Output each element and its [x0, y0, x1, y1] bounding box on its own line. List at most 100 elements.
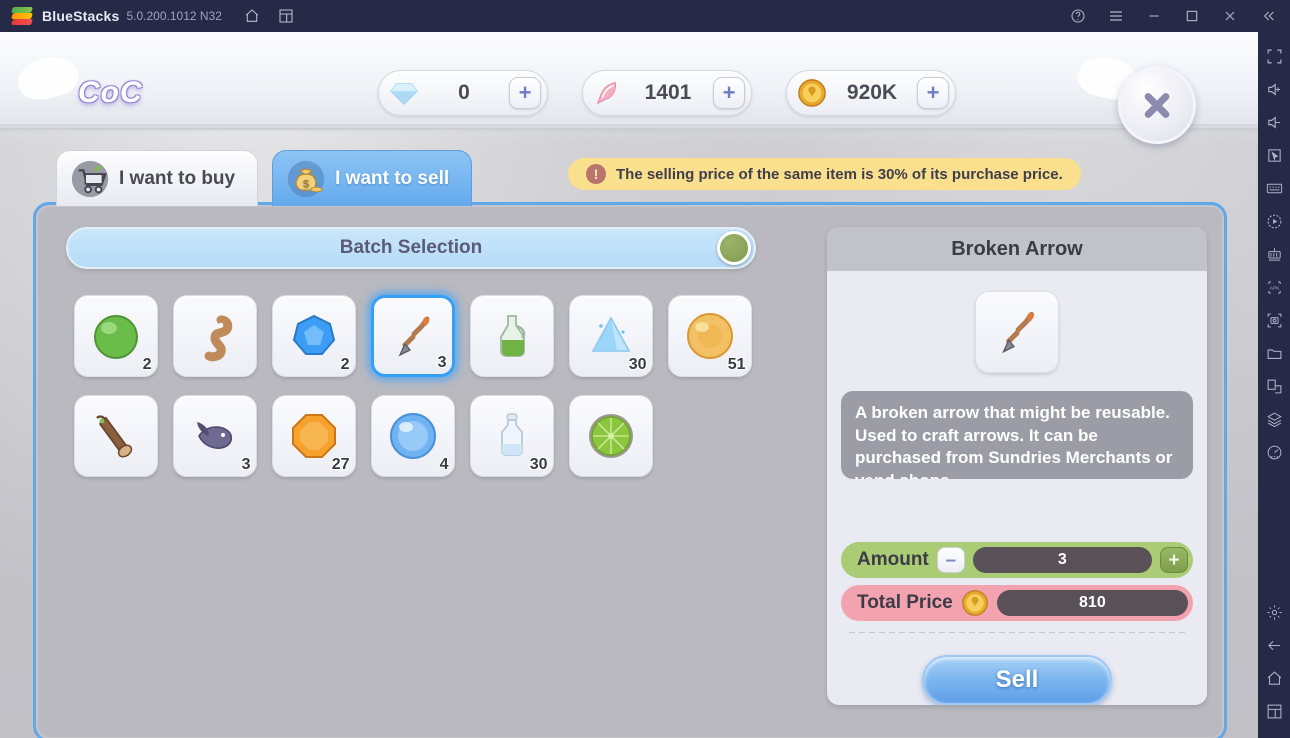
- currency-gold[interactable]: 920K +: [786, 70, 956, 116]
- inventory-cell: 30: [561, 286, 660, 386]
- item-qty: 2: [340, 356, 350, 373]
- inventory-cell: 3: [165, 386, 264, 486]
- tab-sell[interactable]: $ I want to sell: [272, 150, 473, 206]
- inventory-grid: 2 2 3 30 51 3 27 4 30: [66, 286, 824, 486]
- batch-toggle-knob[interactable]: [717, 231, 751, 265]
- item-brown-worm[interactable]: [172, 295, 257, 377]
- amount-label: Amount: [857, 549, 929, 570]
- settings-icon[interactable]: [1258, 596, 1290, 629]
- app-version: 5.0.200.1012 N32: [126, 9, 222, 23]
- home-icon[interactable]: [1258, 662, 1290, 695]
- bluestacks-logo: [11, 7, 33, 25]
- collapse-icon[interactable]: [1260, 8, 1276, 24]
- bluestacks-sidebar: APK: [1258, 32, 1290, 738]
- item-detail-panel: Broken Arrow A broken arrow that might b…: [827, 227, 1207, 705]
- close-shop-button[interactable]: [1118, 66, 1196, 144]
- item-detail-title: Broken Arrow: [827, 227, 1207, 271]
- keyboard-icon[interactable]: [1258, 172, 1290, 205]
- screenshot-icon[interactable]: [1258, 304, 1290, 337]
- volume-down-icon[interactable]: [1258, 106, 1290, 139]
- sell-button[interactable]: Sell: [922, 655, 1112, 705]
- cursor-icon[interactable]: [1258, 139, 1290, 172]
- gold-value: 920K: [846, 81, 898, 104]
- item-green-sphere[interactable]: 2: [73, 295, 158, 377]
- brown-worm-icon: [204, 315, 232, 362]
- volume-up-icon[interactable]: [1258, 73, 1290, 106]
- back-icon[interactable]: [1258, 629, 1290, 662]
- close-icon[interactable]: [1222, 8, 1238, 24]
- item-qty: 4: [439, 456, 449, 473]
- diamond-value: 0: [458, 81, 470, 104]
- feather-icon: [596, 82, 617, 105]
- fullscreen-icon[interactable]: [1258, 40, 1290, 73]
- menu-icon[interactable]: [1108, 8, 1124, 24]
- blue-orb-icon: [389, 413, 436, 459]
- wood-log-icon: [95, 415, 132, 458]
- tab-buy[interactable]: I want to buy: [56, 150, 259, 206]
- gold-add-button[interactable]: +: [917, 77, 949, 109]
- notice-text: The selling price of the same item is 30…: [616, 165, 1063, 183]
- item-orange-gem[interactable]: 27: [271, 395, 356, 477]
- notice-banner: ! The selling price of the same item is …: [568, 158, 1081, 190]
- performance-icon[interactable]: [1258, 436, 1290, 469]
- currency-bar: 0 + 1401 + 920K +: [378, 70, 956, 116]
- money-bag-icon: $: [287, 160, 325, 197]
- item-green-potion-flask[interactable]: [469, 295, 554, 377]
- total-price-row: Total Price 810: [841, 585, 1193, 621]
- shopping-cart-icon: [71, 160, 109, 197]
- item-description: A broken arrow that might be reusable. U…: [841, 391, 1193, 479]
- tab-sell-label: I want to sell: [335, 167, 450, 189]
- help-icon[interactable]: [1070, 8, 1086, 24]
- game-controls-icon[interactable]: [1258, 238, 1290, 271]
- inventory-cell: [165, 286, 264, 386]
- minimize-icon[interactable]: [1146, 8, 1162, 24]
- apk-install-icon[interactable]: APK: [1258, 271, 1290, 304]
- item-green-lime[interactable]: [568, 395, 653, 477]
- inventory-cell: 2: [66, 286, 165, 386]
- layers-icon[interactable]: [1258, 403, 1290, 436]
- currency-diamond[interactable]: 0 +: [378, 70, 548, 116]
- multi-instance-icon[interactable]: [278, 8, 294, 24]
- green-sphere-icon: [93, 315, 138, 359]
- recents-icon[interactable]: [1258, 695, 1290, 728]
- diamond-icon: [390, 83, 418, 105]
- detail-divider: [849, 632, 1185, 633]
- home-icon[interactable]: [244, 8, 260, 24]
- item-blue-gem[interactable]: 2: [271, 295, 356, 377]
- diamond-add-button[interactable]: +: [509, 77, 541, 109]
- shop-panel: Batch Selection 2 2 3 30 51 3 27 4 30 Br…: [33, 202, 1227, 738]
- inventory-cell: 51: [660, 286, 759, 386]
- amount-value[interactable]: 3: [972, 547, 1152, 573]
- maximize-icon[interactable]: [1184, 8, 1200, 24]
- batch-selection-toggle[interactable]: Batch Selection: [66, 227, 756, 269]
- inventory-cell: 30: [462, 386, 561, 486]
- item-glass-bottle[interactable]: 30: [469, 395, 554, 477]
- inventory-cell: 3: [363, 286, 462, 386]
- item-qty: 30: [628, 356, 647, 373]
- folder-icon[interactable]: [1258, 337, 1290, 370]
- item-blue-crystal-pile[interactable]: 30: [568, 295, 653, 377]
- exclamation-icon: !: [586, 164, 606, 184]
- app-name: BlueStacks: [42, 8, 120, 24]
- multi-instance-icon[interactable]: [1258, 370, 1290, 403]
- item-wood-log[interactable]: [73, 395, 158, 477]
- item-broken-arrow[interactable]: 3: [370, 295, 455, 377]
- inventory-cell: [561, 386, 660, 486]
- feather-add-button[interactable]: +: [713, 77, 745, 109]
- amount-decrement-button[interactable]: –: [936, 547, 965, 573]
- item-blue-orb[interactable]: 4: [370, 395, 455, 477]
- broken-arrow-icon: [1002, 311, 1035, 354]
- currency-feather[interactable]: 1401 +: [582, 70, 752, 116]
- item-qty: 3: [437, 354, 447, 371]
- item-detail-icon-wrap: [827, 291, 1207, 373]
- inventory-cell: 27: [264, 386, 363, 486]
- broken-arrow-icon: [398, 316, 429, 357]
- item-purple-fish[interactable]: 3: [172, 395, 257, 477]
- green-potion-flask-icon: [499, 315, 525, 357]
- item-qty: 3: [241, 456, 251, 473]
- item-orange-sphere[interactable]: 51: [667, 295, 752, 377]
- amount-increment-button[interactable]: +: [1160, 547, 1188, 573]
- record-icon[interactable]: [1258, 205, 1290, 238]
- gold-coin-icon: [961, 590, 988, 616]
- shop-tabs: I want to buy $ I want to sell: [56, 150, 473, 206]
